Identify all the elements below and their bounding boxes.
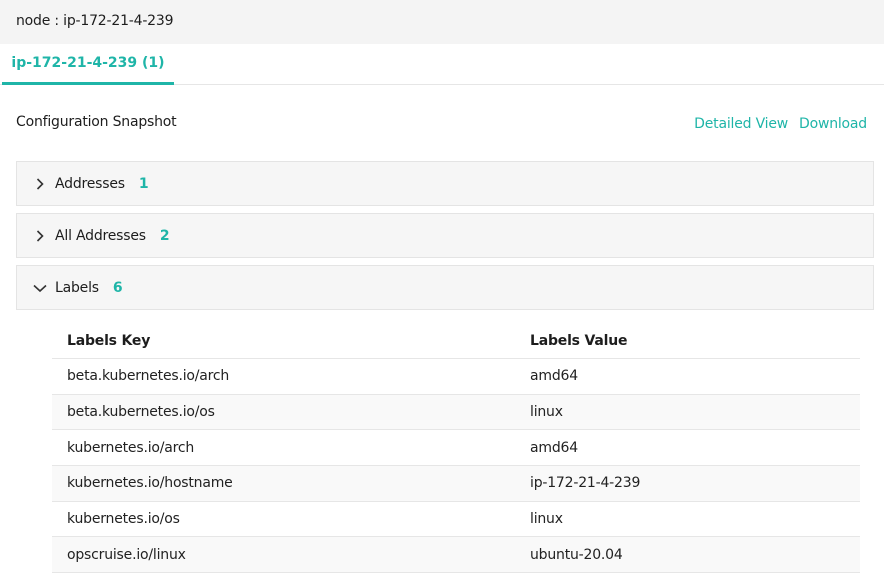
chevron-right-icon	[33, 229, 47, 243]
table-row: kubernetes.io/hostname ip-172-21-4-239	[52, 466, 860, 502]
page-header: node : ip-172-21-4-239	[0, 0, 884, 44]
table-row: beta.kubernetes.io/os linux	[52, 394, 860, 431]
section-all-addresses[interactable]: All Addresses 2	[16, 213, 874, 258]
chevron-down-icon	[33, 281, 47, 295]
section-addresses[interactable]: Addresses 1	[16, 161, 874, 206]
table-header: Labels Key Labels Value	[52, 323, 860, 359]
tab-node[interactable]: ip-172-21-4-239 (1)	[2, 44, 174, 85]
section-label: Addresses	[55, 175, 125, 192]
table-row: opscruise.io/linux ubuntu-20.04	[52, 537, 860, 574]
table-row: kubernetes.io/arch amd64	[52, 430, 860, 467]
detailed-view-link[interactable]: Detailed View	[694, 116, 788, 132]
section-count: 6	[112, 279, 123, 296]
section-count: 1	[138, 175, 149, 192]
download-link[interactable]: Download	[799, 116, 867, 132]
label-value: ip-172-21-4-239	[530, 475, 641, 492]
label-value: amd64	[530, 368, 578, 385]
label-value: amd64	[530, 439, 578, 456]
label-key: kubernetes.io/hostname	[67, 475, 233, 492]
section-label: Labels	[55, 279, 99, 296]
table-row: kubernetes.io/os linux	[52, 502, 860, 538]
label-key: kubernetes.io/os	[67, 511, 180, 528]
label-key: kubernetes.io/arch	[67, 439, 195, 456]
label-key: beta.kubernetes.io/os	[67, 404, 215, 421]
chevron-right-icon	[33, 177, 47, 191]
label-value: linux	[530, 511, 563, 528]
snapshot-title: Configuration Snapshot	[16, 114, 177, 130]
tab-bar: ip-172-21-4-239 (1)	[0, 44, 884, 85]
label-value: ubuntu-20.04	[530, 546, 623, 563]
label-key: opscruise.io/linux	[67, 546, 186, 563]
label-value: linux	[530, 404, 563, 421]
section-labels[interactable]: Labels 6	[16, 265, 874, 310]
labels-table: Labels Key Labels Value beta.kubernetes.…	[52, 323, 860, 574]
snapshot-actions: Detailed View Download	[694, 116, 867, 132]
column-header-value: Labels Value	[530, 332, 628, 349]
section-count: 2	[159, 227, 170, 244]
label-key: beta.kubernetes.io/arch	[67, 368, 230, 385]
section-label: All Addresses	[55, 227, 146, 244]
column-header-key: Labels Key	[67, 332, 151, 349]
table-row: beta.kubernetes.io/arch amd64	[52, 359, 860, 395]
page-title: node : ip-172-21-4-239	[16, 13, 174, 29]
